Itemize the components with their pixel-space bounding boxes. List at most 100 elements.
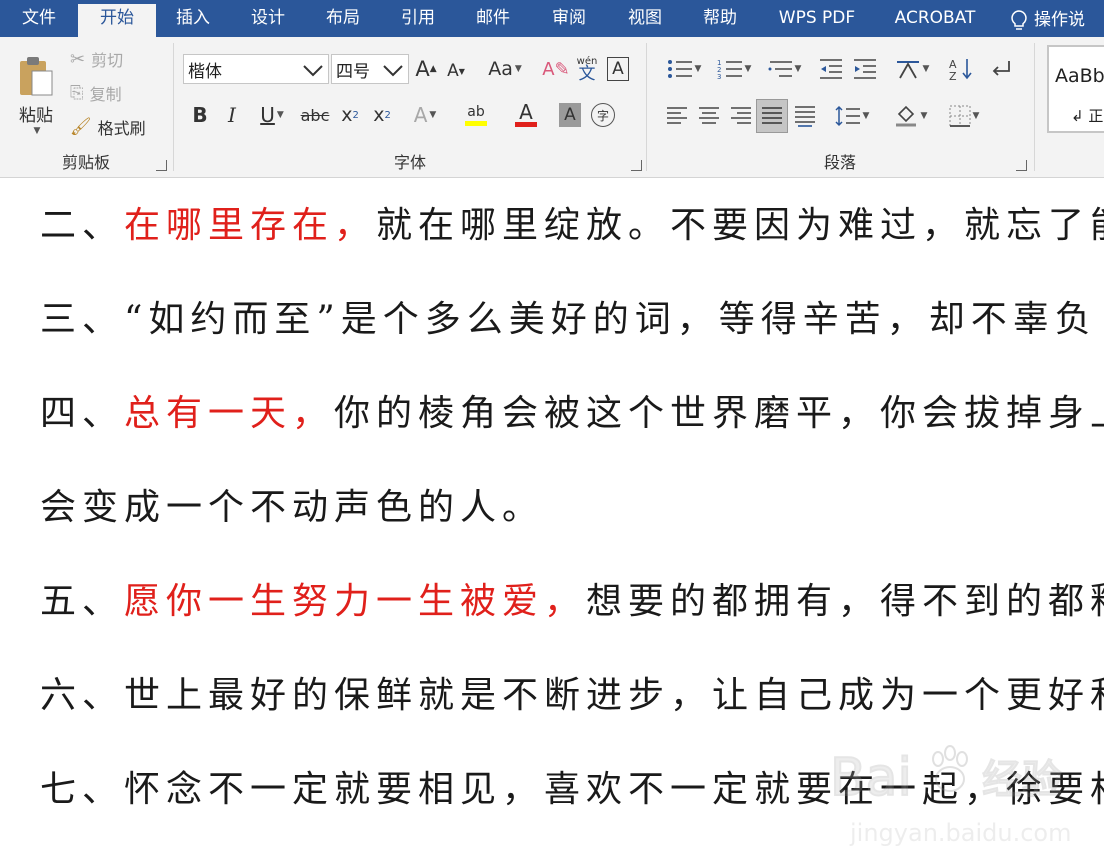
copy-label: 复制 — [89, 85, 122, 104]
shrink-font-button[interactable]: A ▼ — [443, 57, 469, 85]
italic-button[interactable]: I — [221, 101, 243, 129]
shrink-font-label: A — [447, 61, 459, 81]
bullets-icon — [667, 60, 692, 78]
divider — [173, 43, 174, 171]
distributed-button[interactable] — [790, 101, 820, 131]
paint-bucket-icon — [895, 105, 916, 127]
tab-wps-pdf[interactable]: WPS PDF — [758, 4, 876, 37]
increase-indent-icon — [854, 59, 876, 79]
tab-file[interactable]: 文件 — [0, 4, 78, 37]
enclose-characters-button[interactable]: 字 — [591, 103, 615, 127]
tab-home[interactable]: 开始 — [78, 4, 156, 37]
chevron-down-icon: ▼ — [794, 64, 802, 74]
borders-icon — [949, 105, 971, 127]
subscript-digit: 2 — [352, 109, 359, 121]
align-center-button[interactable] — [694, 101, 724, 131]
numbering-button[interactable]: 123 ▼ — [712, 55, 756, 83]
dialog-launcher-icon[interactable] — [156, 160, 167, 171]
tell-me-search[interactable]: 操作说 — [1010, 4, 1085, 37]
chevron-down-icon: ▼ — [744, 64, 752, 74]
tab-help[interactable]: 帮助 — [682, 4, 758, 37]
tab-acrobat[interactable]: ACROBAT — [876, 4, 994, 37]
increase-indent-button[interactable] — [850, 55, 880, 83]
grow-font-button[interactable]: A ▲ — [413, 55, 439, 83]
paste-button[interactable]: 粘贴 ▼ — [8, 45, 64, 145]
multilevel-list-button[interactable]: ▼ — [762, 55, 806, 83]
paste-icon — [20, 56, 53, 95]
align-left-icon — [667, 107, 687, 124]
align-left-button[interactable] — [662, 101, 692, 131]
line-spacing-button[interactable]: ▼ — [830, 101, 874, 131]
subscript-label: x — [341, 104, 353, 126]
eraser-icon: A✎ — [542, 58, 570, 80]
font-size-combo[interactable]: 四号 — [331, 54, 409, 84]
character-shading-button[interactable]: A — [559, 103, 581, 127]
chevron-down-icon: ▼ — [33, 125, 41, 136]
tab-insert[interactable]: 插入 — [156, 4, 230, 37]
chevron-down-icon — [383, 65, 403, 77]
decrease-indent-button[interactable] — [816, 55, 846, 83]
tab-view[interactable]: 视图 — [608, 4, 682, 37]
tab-references[interactable]: 引用 — [380, 4, 456, 37]
clipboard-group-label: 剪贴板 — [61, 153, 110, 172]
cut-button[interactable]: ✂ 剪切 — [70, 47, 123, 71]
tab-design[interactable]: 设计 — [230, 4, 306, 37]
align-right-button[interactable] — [726, 101, 756, 131]
align-center-icon — [699, 107, 719, 124]
paragraph-group: ▼ 123 ▼ ▼ ▼ AZ ▼ ▼ ▼ 段落 — [648, 37, 1032, 177]
copy-button[interactable]: ⎘ 复制 — [70, 81, 122, 105]
highlight-button[interactable]: ab — [455, 99, 497, 131]
body-text: 二、 — [40, 205, 125, 246]
bold-button[interactable]: B — [189, 101, 211, 129]
change-case-button[interactable]: Aa ▼ — [483, 55, 527, 83]
brush-icon: 🖌 — [70, 117, 92, 137]
show-formatting-marks-button[interactable] — [986, 55, 1016, 83]
body-text: 三、“如约而至”是个多么美好的词，等得辛苦，却不辜负 — [40, 299, 1097, 340]
format-painter-button[interactable]: 🖌 格式刷 — [70, 115, 146, 139]
subscript-button[interactable]: x2 — [337, 101, 363, 129]
document-area[interactable]: 二、在哪里存在，就在哪里绽放。不要因为难过，就忘了能 三、“如约而至”是个多么美好… — [0, 178, 1104, 858]
paragraph-line: 六、世上最好的保鲜就是不断进步，让自己成为一个更好和 — [40, 666, 1104, 718]
paragraph-mark-icon — [992, 61, 1010, 76]
paragraph-line: 五、愿你一生努力一生被爱，想要的都拥有，得不到的都释 — [40, 572, 1104, 624]
lightbulb-icon — [1011, 9, 1027, 30]
bullets-button[interactable]: ▼ — [662, 55, 706, 83]
font-name-value: 楷体 — [188, 61, 222, 82]
asian-layout-button[interactable]: ▼ — [892, 55, 932, 83]
paragraph-line: 会变成一个不动声色的人。 — [40, 478, 544, 530]
shading-button[interactable]: ▼ — [888, 101, 932, 131]
borders-button[interactable]: ▼ — [942, 101, 986, 131]
paste-label: 粘贴 — [19, 105, 53, 126]
tab-layout[interactable]: 布局 — [306, 4, 380, 37]
phonetic-guide-button[interactable]: wén 文 — [573, 51, 601, 85]
baidu-jingyan-watermark: Bai 经验 jingyan.baidu.com — [830, 745, 1071, 847]
chevron-down-icon: ▼ — [514, 64, 522, 74]
dialog-launcher-icon[interactable] — [631, 160, 642, 171]
font-color-button[interactable]: A — [505, 99, 547, 131]
strikethrough-button[interactable]: abc — [299, 101, 331, 129]
body-text: 四、 — [40, 393, 125, 434]
decrease-indent-icon — [820, 59, 842, 79]
emphasized-text: 愿你一生努力一生被爱， — [124, 581, 587, 622]
tab-mailings[interactable]: 邮件 — [456, 4, 530, 37]
font-group: 楷体 四号 A ▲ A ▼ Aa ▼ A✎ wén 文 A B I U ▼ abc x2 … — [175, 37, 645, 177]
style-gallery-normal[interactable]: AaBb ↲ 正 — [1047, 45, 1104, 133]
format-painter-label: 格式刷 — [97, 119, 146, 138]
watermark-brand2: 经验 — [982, 757, 1062, 803]
sort-button[interactable]: AZ — [946, 55, 976, 83]
character-border-button[interactable]: A — [607, 57, 629, 81]
text-effects-button[interactable]: A ▼ — [407, 101, 443, 129]
underline-button[interactable]: U ▼ — [253, 101, 291, 129]
clear-formatting-button[interactable]: A✎ — [542, 55, 570, 83]
paw-icon — [932, 745, 968, 792]
svg-text:Z: Z — [949, 70, 957, 81]
superscript-button[interactable]: x2 — [369, 101, 395, 129]
chevron-down-icon: ▼ — [429, 110, 437, 120]
justify-button[interactable] — [756, 99, 788, 133]
phonetic-char: 文 — [578, 64, 596, 84]
tab-review[interactable]: 审阅 — [530, 4, 608, 37]
font-name-combo[interactable]: 楷体 — [183, 54, 329, 84]
dialog-launcher-icon[interactable] — [1016, 160, 1027, 171]
cut-label: 剪切 — [91, 51, 124, 70]
text-effects-label: A — [413, 103, 428, 127]
